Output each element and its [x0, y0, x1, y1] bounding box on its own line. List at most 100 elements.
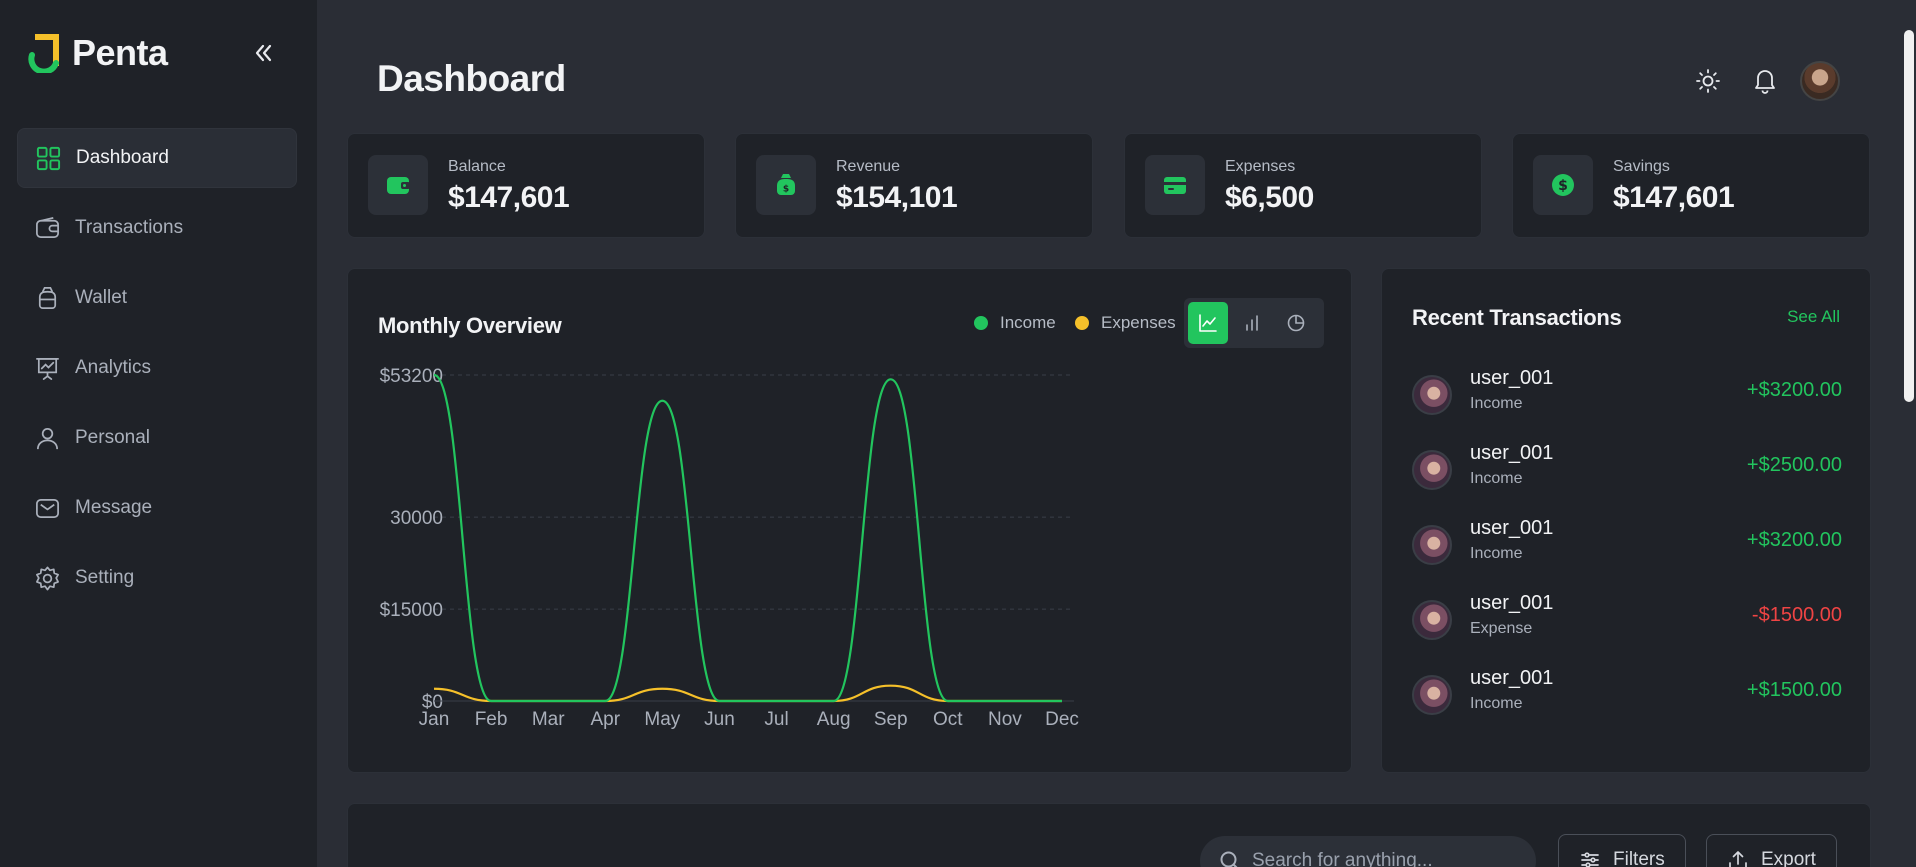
- stat-card-balance: Balance $147,601: [347, 133, 705, 238]
- legend-income: Income: [974, 313, 1056, 333]
- upload-icon: [1729, 851, 1747, 867]
- logo[interactable]: Penta: [28, 32, 168, 74]
- bar-chart-button[interactable]: [1232, 302, 1272, 344]
- avatar: [1412, 600, 1452, 640]
- presentation-chart-icon: [33, 354, 61, 382]
- line-chart-button[interactable]: [1188, 302, 1228, 344]
- export-label: Export: [1761, 849, 1816, 867]
- stat-card-savings: $ Savings $147,601: [1512, 133, 1870, 238]
- transaction-row[interactable]: user_001 Income +$1500.00: [1412, 667, 1842, 727]
- transaction-row[interactable]: user_001 Income +$3200.00: [1412, 367, 1842, 427]
- legend-dot: [974, 316, 988, 330]
- transaction-type: Expense: [1470, 620, 1533, 637]
- sidebar-item-wallet[interactable]: Wallet: [17, 268, 297, 328]
- scrollbar-thumb[interactable]: [1904, 30, 1914, 402]
- avatar: [1412, 525, 1452, 565]
- sidebar-item-message[interactable]: Message: [17, 478, 297, 538]
- stat-value: $154,101: [836, 181, 958, 214]
- sidebar-item-dashboard[interactable]: Dashboard: [17, 128, 297, 188]
- sidebar-nav: Dashboard Transactions Wallet Analytics …: [17, 128, 297, 618]
- sidebar-item-personal[interactable]: Personal: [17, 408, 297, 468]
- grid-icon: [34, 144, 62, 172]
- stat-label: Savings: [1613, 158, 1670, 175]
- sidebar-item-label: Wallet: [75, 287, 128, 308]
- app-name: Penta: [72, 32, 168, 73]
- user-icon: [33, 424, 61, 452]
- stat-label: Balance: [448, 158, 506, 175]
- money-bag-icon: $: [777, 174, 795, 195]
- sidebar-item-label: Setting: [75, 567, 135, 588]
- y-tick-label: $53200: [380, 366, 443, 387]
- y-tick-label: 30000: [390, 508, 443, 529]
- sidebar-item-setting[interactable]: Setting: [17, 548, 297, 608]
- stat-value: $6,500: [1225, 181, 1314, 214]
- transaction-type: Income: [1470, 695, 1523, 712]
- page-title: Dashboard: [377, 58, 566, 99]
- transaction-amount: +$3200.00: [1746, 379, 1842, 401]
- stat-card-expenses: Expenses $6,500: [1124, 133, 1482, 238]
- x-tick-label: Oct: [933, 709, 963, 730]
- collapse-sidebar-button[interactable]: [250, 40, 276, 66]
- see-all-link[interactable]: See All: [1787, 307, 1840, 327]
- search-bar[interactable]: [1200, 836, 1536, 867]
- stat-value: $147,601: [1613, 181, 1735, 214]
- penta-logo-icon: [28, 34, 59, 73]
- stat-icon-box: $: [756, 155, 816, 215]
- avatar: [1412, 675, 1452, 715]
- x-tick-label: Jan: [419, 709, 450, 730]
- x-tick-label: Apr: [590, 709, 620, 730]
- line-chart-icon: [1199, 314, 1217, 332]
- theme-toggle-button[interactable]: [1693, 66, 1723, 96]
- transaction-user: user_001: [1470, 667, 1554, 689]
- stat-icon-box: [368, 155, 428, 215]
- stat-value: $147,601: [448, 181, 570, 214]
- transactions-table-panel: Filters Export: [347, 803, 1871, 867]
- sidebar-item-label: Analytics: [75, 357, 152, 378]
- x-tick-label: Nov: [988, 709, 1022, 730]
- transaction-type: Income: [1470, 395, 1523, 412]
- sidebar-item-analytics[interactable]: Analytics: [17, 338, 297, 398]
- x-tick-label: Dec: [1045, 709, 1079, 730]
- svg-text:$: $: [783, 185, 789, 195]
- x-tick-label: Feb: [475, 709, 508, 730]
- bar-chart-icon: [1246, 315, 1258, 331]
- legend-dot: [1075, 316, 1089, 330]
- series-line-expenses: [433, 684, 1062, 703]
- legend-label: Expenses: [1101, 313, 1176, 332]
- transaction-row[interactable]: user_001 Income +$3200.00: [1412, 517, 1842, 577]
- search-icon: [1220, 851, 1238, 867]
- sidebar-item-transactions[interactable]: Transactions: [17, 198, 297, 258]
- credit-card-icon: [1164, 177, 1186, 194]
- wallet-card-icon: [33, 214, 61, 242]
- sidebar-item-label: Message: [75, 497, 153, 518]
- stat-label: Expenses: [1225, 158, 1296, 175]
- transaction-type: Income: [1470, 470, 1523, 487]
- transaction-amount: +$2500.00: [1746, 454, 1842, 476]
- legend-label: Income: [1000, 313, 1056, 332]
- sun-icon: [1696, 69, 1720, 93]
- transaction-type: Income: [1470, 545, 1523, 562]
- filters-button[interactable]: Filters: [1558, 834, 1686, 867]
- x-tick-label: May: [644, 709, 680, 730]
- sidebar: Penta Dashboard Transactions Wallet Anal…: [0, 0, 317, 867]
- transaction-amount: -$1500.00: [1751, 604, 1842, 626]
- export-button[interactable]: Export: [1706, 834, 1837, 867]
- monthly-overview-panel: $53200 30000 $15000 $0 Jan Feb Mar Apr May Jun Jul…: [347, 268, 1352, 773]
- sidebar-item-label: Transactions: [75, 217, 184, 238]
- transaction-amount: +$1500.00: [1746, 679, 1842, 701]
- transaction-user: user_001: [1470, 592, 1554, 614]
- series-line-income: [433, 373, 1062, 703]
- avatar: [1412, 375, 1452, 415]
- transaction-row[interactable]: user_001 Income +$2500.00: [1412, 442, 1842, 502]
- mail-icon: [33, 494, 61, 522]
- x-tick-label: Sep: [874, 709, 908, 730]
- transaction-row[interactable]: user_001 Expense -$1500.00: [1412, 592, 1842, 652]
- stat-icon-box: [1145, 155, 1205, 215]
- pie-chart-button[interactable]: [1276, 302, 1316, 344]
- x-tick-label: Jul: [764, 709, 788, 730]
- stat-label: Revenue: [836, 158, 901, 175]
- notifications-button[interactable]: [1750, 65, 1780, 95]
- user-avatar[interactable]: [1800, 61, 1840, 101]
- pie-chart-icon: [1287, 314, 1305, 332]
- search-input[interactable]: [1252, 850, 1522, 867]
